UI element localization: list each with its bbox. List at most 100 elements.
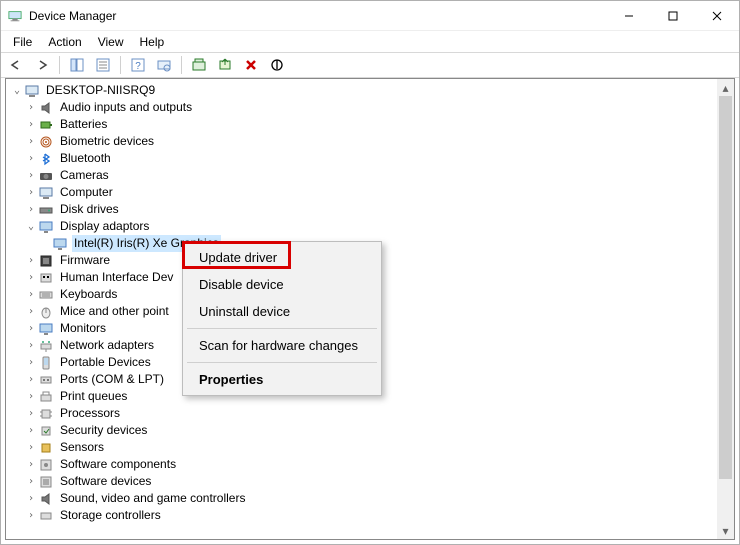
scroll-track[interactable] (717, 96, 734, 522)
bluetooth-icon (38, 151, 54, 167)
tree-item-label[interactable]: Mice and other point (58, 303, 171, 320)
expand-icon[interactable]: › (24, 473, 38, 490)
expand-icon[interactable]: › (24, 354, 38, 371)
expand-icon[interactable]: › (24, 439, 38, 456)
context-menu-uninstall-device[interactable]: Uninstall device (185, 298, 379, 325)
sensor-icon (38, 440, 54, 456)
menu-file[interactable]: File (5, 33, 40, 51)
tree-item-label[interactable]: Network adapters (58, 337, 156, 354)
tree-item-label[interactable]: Cameras (58, 167, 111, 184)
tree-item-label[interactable]: Print queues (58, 388, 129, 405)
tree-item-label[interactable]: Monitors (58, 320, 108, 337)
maximize-button[interactable] (651, 1, 695, 31)
computer-icon (24, 83, 40, 99)
security-icon (38, 423, 54, 439)
scroll-down-arrow-icon[interactable]: ▾ (717, 522, 734, 539)
close-button[interactable] (695, 1, 739, 31)
software-device-icon (38, 474, 54, 490)
tree-item-label[interactable]: Processors (58, 405, 122, 422)
expand-icon[interactable]: › (24, 167, 38, 184)
collapse-icon[interactable]: ⌄ (24, 218, 38, 235)
minimize-button[interactable] (607, 1, 651, 31)
expand-icon[interactable]: › (24, 150, 38, 167)
context-menu-separator (187, 328, 377, 329)
window-title: Device Manager (29, 9, 116, 23)
tree-item-label[interactable]: Software components (58, 456, 178, 473)
update-driver-toolbar-button[interactable] (188, 54, 210, 76)
expand-icon[interactable]: › (24, 269, 38, 286)
scan-hardware-button[interactable] (153, 54, 175, 76)
tree-item-label[interactable]: Biometric devices (58, 133, 156, 150)
expand-icon[interactable]: › (24, 422, 38, 439)
expand-icon[interactable]: › (24, 490, 38, 507)
show-hide-tree-button[interactable] (66, 54, 88, 76)
monitor-icon (38, 321, 54, 337)
tree-root-label[interactable]: DESKTOP-NIISRQ9 (44, 82, 157, 99)
tree-item-label[interactable]: Security devices (58, 422, 149, 439)
scroll-thumb[interactable] (719, 96, 732, 479)
expand-icon[interactable]: › (24, 303, 38, 320)
expand-icon[interactable]: › (24, 201, 38, 218)
tree-item-label[interactable]: Human Interface Dev (58, 269, 175, 286)
tree-item-label[interactable]: Batteries (58, 116, 109, 133)
toolbar-separator (120, 56, 121, 74)
expand-icon[interactable]: › (24, 507, 38, 524)
toolbar: ? (1, 52, 739, 78)
context-menu-separator (187, 362, 377, 363)
uninstall-device-button[interactable] (240, 54, 262, 76)
content-pane: ⌄ DESKTOP-NIISRQ9 › Audio inputs and outp… (5, 78, 735, 540)
ports-icon (38, 372, 54, 388)
processor-icon (38, 406, 54, 422)
storage-controller-icon (38, 508, 54, 524)
menu-bar: File Action View Help (1, 31, 739, 52)
print-queue-icon (38, 389, 54, 405)
context-menu-disable-device[interactable]: Disable device (185, 271, 379, 298)
collapse-icon[interactable]: ⌄ (10, 82, 24, 99)
expand-icon[interactable]: › (24, 388, 38, 405)
expand-icon[interactable]: › (24, 286, 38, 303)
menu-action[interactable]: Action (40, 33, 89, 51)
context-menu-scan-hardware[interactable]: Scan for hardware changes (185, 332, 379, 359)
tree-item-label[interactable]: Software devices (58, 473, 153, 490)
display-adapter-icon (52, 236, 68, 252)
tree-item-label[interactable]: Sound, video and game controllers (58, 490, 247, 507)
context-menu-update-driver[interactable]: Update driver (185, 244, 379, 271)
tree-item-label[interactable]: Storage controllers (58, 507, 163, 524)
expand-icon[interactable]: › (24, 337, 38, 354)
tree-item-label[interactable]: Disk drives (58, 201, 121, 218)
tree-item-label[interactable]: Ports (COM & LPT) (58, 371, 166, 388)
tree-item-label[interactable]: Sensors (58, 439, 106, 456)
context-menu-properties[interactable]: Properties (185, 366, 379, 393)
camera-icon (38, 168, 54, 184)
menu-help[interactable]: Help (132, 33, 173, 51)
sound-icon (38, 491, 54, 507)
tree-item-label[interactable]: Computer (58, 184, 115, 201)
expand-icon[interactable]: › (24, 133, 38, 150)
scroll-up-arrow-icon[interactable]: ▴ (717, 79, 734, 96)
expand-icon[interactable]: › (24, 116, 38, 133)
tree-item-label[interactable]: Display adaptors (58, 218, 151, 235)
expand-icon[interactable]: › (24, 405, 38, 422)
expand-icon[interactable]: › (24, 456, 38, 473)
back-button[interactable] (5, 54, 27, 76)
mouse-icon (38, 304, 54, 320)
tree-item-label[interactable]: Keyboards (58, 286, 119, 303)
tree-item-label[interactable]: Firmware (58, 252, 112, 269)
vertical-scrollbar[interactable]: ▴ ▾ (717, 79, 734, 539)
expand-icon[interactable]: › (24, 184, 38, 201)
expand-icon[interactable]: › (24, 252, 38, 269)
enable-device-button[interactable] (214, 54, 236, 76)
tree-item-label[interactable]: Audio inputs and outputs (58, 99, 194, 116)
software-component-icon (38, 457, 54, 473)
disable-device-button[interactable] (266, 54, 288, 76)
tree-item-label[interactable]: Portable Devices (58, 354, 153, 371)
forward-button[interactable] (31, 54, 53, 76)
help-button[interactable]: ? (127, 54, 149, 76)
expand-icon[interactable]: › (24, 371, 38, 388)
expand-icon[interactable]: › (24, 99, 38, 116)
expand-icon[interactable]: › (24, 320, 38, 337)
title-bar: Device Manager (1, 1, 739, 31)
tree-item-label[interactable]: Bluetooth (58, 150, 113, 167)
properties-button[interactable] (92, 54, 114, 76)
menu-view[interactable]: View (90, 33, 132, 51)
